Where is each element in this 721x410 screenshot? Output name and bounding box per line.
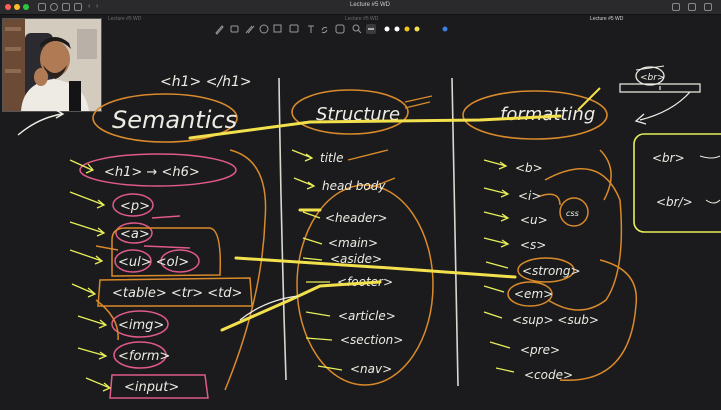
formatting-item: <sup> <sub> <box>512 313 599 327</box>
semantics-item: <ul> <ol> <box>118 255 189 270</box>
formatting-item: <em> <box>514 287 553 301</box>
structure-item: head body <box>322 179 386 193</box>
formatting-item: <b> <box>515 161 543 175</box>
structure-item: <article> <box>338 309 396 323</box>
formatting-item: <s> <box>520 238 546 252</box>
structure-item: title <box>320 151 343 165</box>
semantics-item: <input> <box>124 380 179 395</box>
css-note: css <box>566 209 579 218</box>
structure-item: <nav> <box>350 362 392 376</box>
semantics-item: <p> <box>120 199 150 214</box>
formatting-item: <u> <box>520 213 548 227</box>
whiteboard-canvas[interactable]: <h1> </h1> Semantics Structure formattin… <box>0 0 721 410</box>
br-box-line: <br/> <box>656 195 693 209</box>
semantics-item: <form> <box>118 349 170 364</box>
semantics-item: <table> <tr> <td> <box>112 286 242 301</box>
semantics-item: <h1> → <h6> <box>104 165 200 180</box>
formatting-item: <i> <box>518 189 541 203</box>
semantics-title: Semantics <box>112 106 237 134</box>
formatting-item: <code> <box>524 368 573 382</box>
heading-tags-note: <h1> </h1> <box>160 74 252 90</box>
formatting-item: <pre> <box>520 343 560 357</box>
structure-item: <section> <box>340 333 403 347</box>
formatting-item: <strong> <box>522 264 581 278</box>
structure-item: <main> <box>328 236 378 250</box>
br-tag-note: <br> <box>640 73 665 83</box>
br-box-line: <br> <box>652 151 685 165</box>
semantics-item: <a> <box>120 227 150 242</box>
semantics-item: <img> <box>118 318 164 333</box>
app-window: ‹ › Lecture #5 WD Lecture #5 WD Lecture … <box>0 0 721 410</box>
structure-item: <header> <box>325 211 387 225</box>
